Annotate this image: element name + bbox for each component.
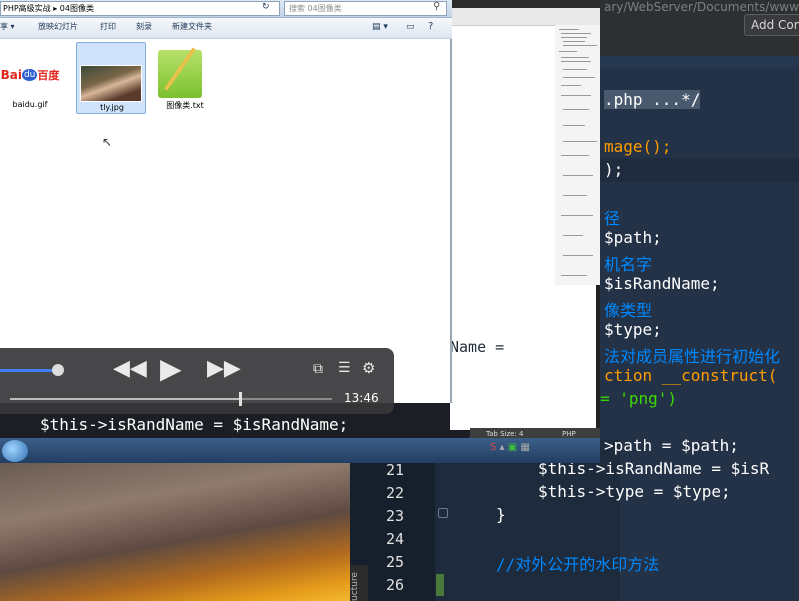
code-line: $isRandName; [604, 274, 720, 293]
playlist-icon[interactable]: ☰ [338, 360, 351, 376]
seek-progress [10, 398, 240, 400]
editor-titlebar [450, 0, 600, 8]
file-item-selected[interactable]: tly.jpg [76, 42, 146, 114]
code-line: $this->isRandName = $isRandName; [40, 415, 349, 434]
settings-gear-icon[interactable]: ⚙ [362, 359, 375, 377]
pip-icon[interactable]: ⧉ [313, 361, 323, 377]
code-line: ); [604, 160, 624, 179]
minimap-lines [559, 29, 597, 276]
breadcrumb[interactable]: PHP高级实战 ▸ 04图像类 [0, 1, 280, 16]
file-explorer-window: PHP高级实战 ▸ 04图像类 ↻ 搜索 04图像类 ⚲ 享 ▾ 放映幻灯片 打… [0, 0, 452, 403]
code-comment: 法对成员属性进行初始化 [604, 347, 781, 366]
start-button[interactable] [2, 440, 28, 462]
video-player-controls: ◀◀ ▶ ▶▶ ⧉ ☰ ⚙ 13:46 [0, 348, 394, 414]
current-line-highlight [600, 158, 799, 182]
code-line: Name = [450, 338, 505, 356]
code-comment: 径 [604, 209, 621, 228]
code-line: } [496, 505, 506, 524]
tab-size-indicator[interactable]: Tab Size: 4 [486, 430, 523, 438]
code-line: ction __construct( [604, 366, 778, 385]
volume-knob[interactable] [52, 364, 64, 376]
file-name: 图像类.txt [166, 101, 204, 110]
file-name: baidu.gif [12, 100, 48, 109]
code-line: .php ...*/ [604, 90, 701, 109]
code-line: $path; [604, 228, 662, 247]
mouse-cursor-icon: ↖ [102, 135, 113, 149]
new-folder-button[interactable]: 新建文件夹 [172, 21, 212, 32]
code-line: >path = $path; [604, 436, 739, 455]
baidu-logo-icon: Bai du 百度 [0, 68, 60, 82]
ide-window: ary/WebServer/Documents/www/ Add Config … [600, 0, 799, 601]
search-icon[interactable]: ⚲ [433, 1, 440, 12]
address-bar-row: PHP高级实战 ▸ 04图像类 ↻ 搜索 04图像类 ⚲ [0, 0, 452, 18]
line-number: 22 [385, 484, 404, 502]
line-number: 24 [385, 530, 404, 548]
language-indicator[interactable]: PHP [562, 430, 576, 438]
line-number: 25 [385, 553, 404, 571]
volume-slider[interactable] [0, 369, 58, 372]
command-bar: 享 ▾ 放映幻灯片 打印 刻录 新建文件夹 ▤ ▾ ▭ ? [0, 18, 452, 39]
seek-bar[interactable] [10, 398, 332, 400]
change-marker [436, 574, 444, 596]
rewind-icon[interactable]: ◀◀ [113, 356, 147, 381]
seek-handle[interactable] [239, 392, 242, 406]
line-number: 23 [385, 507, 404, 525]
file-name: tly.jpg [100, 103, 124, 112]
system-tray: S ▴ ▣ ▦ [490, 442, 530, 453]
minimap[interactable] [555, 25, 600, 285]
line-number: 21 [385, 461, 404, 479]
search-input[interactable]: 搜索 04图像类 [284, 1, 447, 16]
fold-marker-icon[interactable] [438, 508, 448, 518]
file-item[interactable]: 图像类.txt [150, 44, 220, 111]
code-line: $type; [604, 320, 662, 339]
refresh-icon[interactable]: ↻ [262, 2, 276, 15]
file-item[interactable]: Bai du 百度 baidu.gif [0, 50, 65, 109]
notepad-icon [150, 44, 220, 100]
photo-thumbnail-icon [80, 65, 142, 102]
print-button[interactable]: 打印 [100, 21, 116, 32]
structure-panel-tab[interactable]: ucture [350, 565, 368, 601]
desktop-wallpaper [0, 463, 350, 601]
add-config-button[interactable]: Add Config [744, 14, 799, 36]
editor-tabbar [450, 8, 600, 26]
file-path: ary/WebServer/Documents/www/ [604, 0, 799, 14]
view-options-icon[interactable]: ▤ ▾ [372, 22, 388, 32]
code-line: mage(); [604, 137, 672, 156]
ide-toolbar: ary/WebServer/Documents/www/ Add Config [600, 0, 799, 56]
play-icon[interactable]: ▶ [160, 352, 182, 385]
editor-tab-strip [600, 56, 799, 68]
slideshow-button[interactable]: 放映幻灯片 [38, 21, 78, 32]
taskbar: S ▴ ▣ ▦ [0, 438, 600, 463]
code-comment: 机名字 [604, 255, 653, 274]
fast-forward-icon[interactable]: ▶▶ [207, 356, 241, 381]
preview-pane-icon[interactable]: ▭ [406, 22, 415, 32]
line-number: 26 [385, 576, 404, 594]
burn-button[interactable]: 刻录 [136, 21, 152, 32]
time-display: 13:46 [344, 391, 379, 405]
share-menu[interactable]: 享 ▾ [0, 21, 15, 32]
code-comment: //对外公开的水印方法 [496, 555, 660, 574]
code-comment: 像类型 [604, 301, 653, 320]
code-line: $this->type = $type; [538, 482, 731, 501]
code-line: = 'png') [600, 389, 678, 408]
help-icon[interactable]: ? [428, 21, 433, 32]
